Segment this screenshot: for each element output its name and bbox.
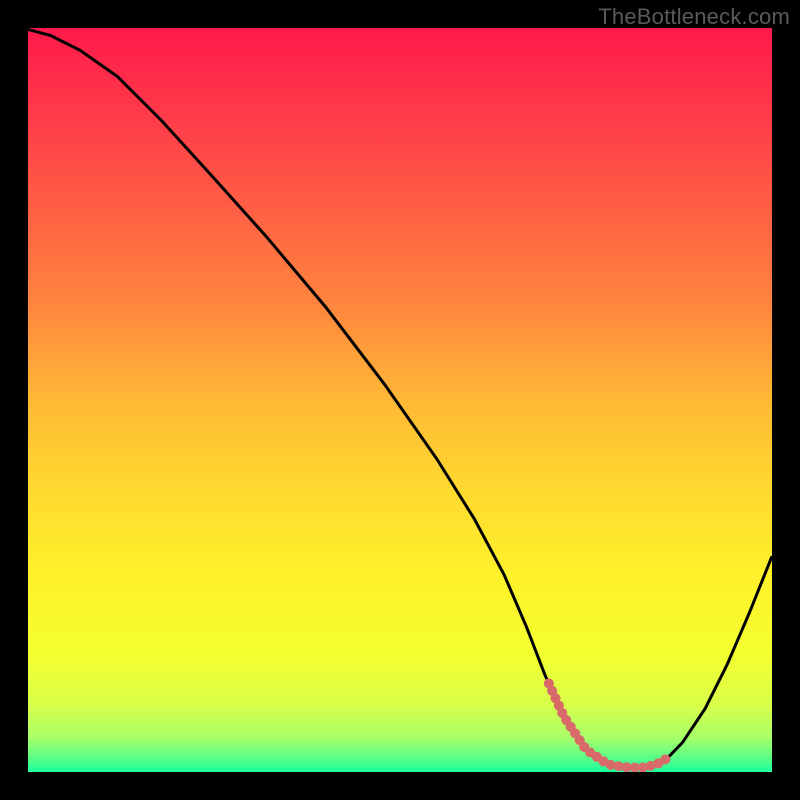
chart-svg xyxy=(28,28,772,772)
chart-plot-area xyxy=(28,28,772,772)
watermark-text: TheBottleneck.com xyxy=(598,4,790,30)
gradient-background xyxy=(28,28,772,772)
